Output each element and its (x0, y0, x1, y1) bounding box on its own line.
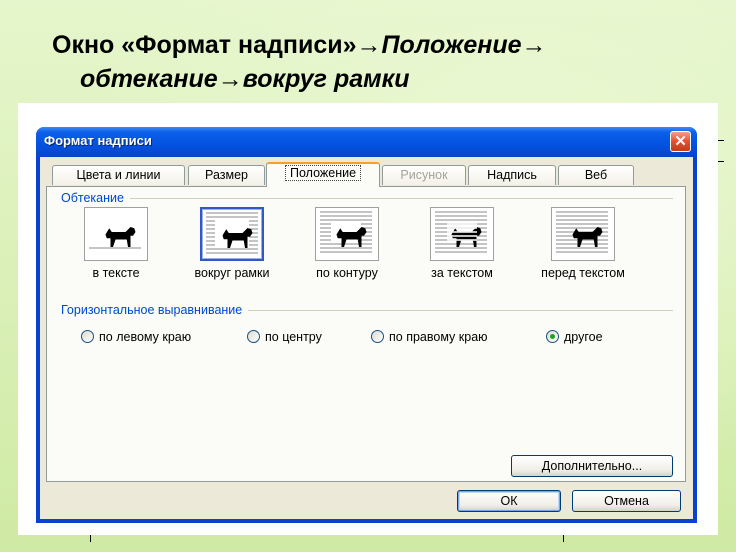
radio-button[interactable] (546, 330, 559, 343)
position-tab-page: Обтекание в тексте вокруг рамки по контуру… (46, 186, 686, 482)
radio-button[interactable] (371, 330, 384, 343)
radio-align-left[interactable]: по левому краю (81, 330, 191, 344)
tab-picture: Рисунок (382, 165, 466, 185)
advanced-button[interactable]: Дополнительно... (511, 455, 673, 477)
wrap-option-tight[interactable]: по контуру (297, 207, 397, 280)
heading-square: вокруг рамки (242, 65, 410, 93)
wrap-in-front-icon[interactable] (551, 207, 615, 261)
slide-heading: Окно «Формат надписи»→Положение→ обтекан… (0, 28, 736, 96)
tab-label: Надпись (487, 168, 537, 182)
wrap-option-label: по контуру (316, 266, 378, 280)
horizontal-alignment-group-label: Горизонтальное выравнивание (61, 303, 249, 317)
tab-label: Размер (205, 168, 248, 182)
tab-label: Рисунок (400, 168, 448, 182)
wrap-option-label: за текстом (431, 266, 493, 280)
wrap-option-behind[interactable]: за текстом (412, 207, 512, 280)
dialog-title: Формат надписи (44, 133, 152, 148)
radio-align-right[interactable]: по правому краю (371, 330, 488, 344)
radio-label: по правому краю (389, 330, 488, 344)
radio-button[interactable] (247, 330, 260, 343)
dialog-client-area: Цвета и линии Размер Положение Рисунок Н… (40, 157, 693, 519)
heading-wrapping: обтекание (80, 65, 218, 93)
tab-label: Веб (584, 168, 608, 182)
tab-position[interactable]: Положение (266, 162, 380, 187)
wrap-inline-icon[interactable] (84, 207, 148, 261)
radio-align-other[interactable]: другое (546, 330, 603, 344)
tab-size[interactable]: Размер (188, 165, 265, 185)
heading-arrow: → (217, 65, 243, 93)
tab-colors-and-lines[interactable]: Цвета и линии (52, 165, 185, 185)
wrapping-group-label: Обтекание (61, 191, 130, 205)
cancel-button[interactable]: Отмена (572, 490, 681, 512)
heading-line-1: Окно «Формат надписи»→Положение→ (0, 28, 736, 62)
heading-arrow: → (356, 31, 382, 59)
close-icon[interactable]: ✕ (670, 131, 691, 152)
heading-position: Положение (381, 31, 522, 59)
wrap-behind-text-icon[interactable] (430, 207, 494, 261)
wrap-option-label: в тексте (92, 266, 140, 280)
ok-button[interactable]: ОК (457, 490, 561, 512)
heading-arrow: → (521, 31, 547, 59)
wrap-option-front[interactable]: перед текстом (533, 207, 633, 280)
radio-label: другое (564, 330, 603, 344)
radio-label: по левому краю (99, 330, 192, 344)
tab-web[interactable]: Веб (558, 165, 634, 185)
wrap-option-label: вокруг рамки (194, 266, 270, 280)
tab-label: Цвета и линии (76, 168, 161, 182)
wrap-option-label: перед текстом (541, 266, 625, 280)
wrap-option-inline[interactable]: в тексте (66, 207, 166, 280)
heading-line-2: обтекание→вокруг рамки (0, 62, 736, 96)
format-textbox-dialog: Формат надписи ✕ Цвета и линии Размер По… (36, 127, 697, 523)
radio-align-center[interactable]: по центру (247, 330, 322, 344)
wrap-tight-icon[interactable] (315, 207, 379, 261)
radio-button[interactable] (81, 330, 94, 343)
wrap-option-square[interactable]: вокруг рамки (182, 207, 282, 280)
radio-label: по центру (265, 330, 322, 344)
tab-textbox[interactable]: Надпись (468, 165, 556, 185)
group-separator (61, 198, 673, 199)
dialog-title-bar[interactable]: Формат надписи ✕ (36, 127, 697, 157)
wrap-square-icon[interactable] (200, 207, 264, 261)
tab-label: Положение (284, 165, 362, 181)
heading-window-name: Окно «Формат надписи» (52, 31, 357, 59)
